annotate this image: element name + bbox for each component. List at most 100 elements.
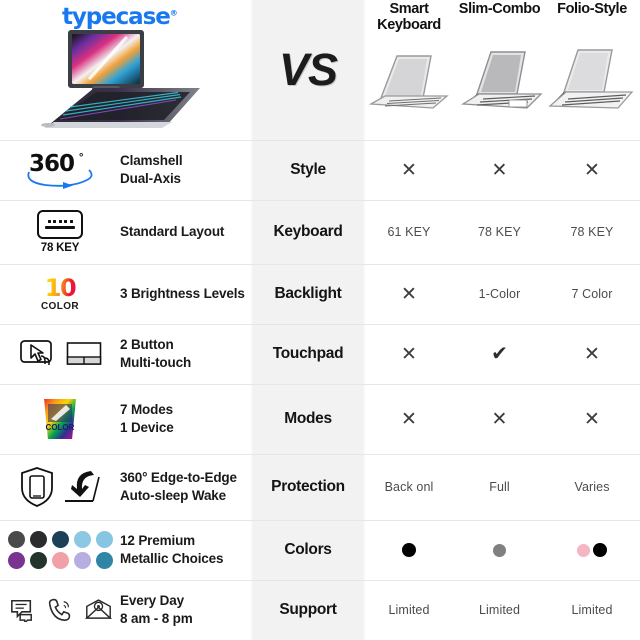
row-icon-cell <box>0 324 120 384</box>
row-label-style: Style <box>290 161 326 178</box>
desc-line1: 360° Edge-to-Edge <box>120 470 237 486</box>
cell-support-smart-keyboard: Limited <box>388 603 430 617</box>
row-description-cell: 12 Premium Metallic Choices <box>120 520 253 580</box>
cell-touchpad-slim-combo: ✔ <box>455 324 544 384</box>
logo-registered-mark: ® <box>169 8 178 18</box>
swatch <box>29 531 47 548</box>
desc-line1: Every Day <box>120 593 184 609</box>
table-row: 2 Button Multi-touch Touchpad ✕ ✔ ✕ <box>0 324 640 384</box>
chat-icon <box>10 599 32 622</box>
touchpad-multitouch-icon <box>19 338 102 370</box>
swatch <box>51 552 69 569</box>
row-label-colors: Colors <box>284 541 332 558</box>
desc-line1: Standard Layout <box>120 224 225 240</box>
row-icon-cell: COLOR <box>0 384 120 454</box>
smart-keyboard-illustration <box>363 40 455 135</box>
product-name-folio-style: Folio-Style <box>544 1 640 18</box>
table-row: 78 KEY Standard Layout Keyboard 61 KEY 7… <box>0 200 640 264</box>
vs-badge: VS <box>253 0 363 140</box>
desc-line2: 8 am - 8 pm <box>120 611 193 626</box>
row-icon-cell: 78 KEY <box>0 200 120 264</box>
cell-touchpad-folio-style: ✕ <box>544 324 640 384</box>
row-label-modes: Modes <box>284 410 332 427</box>
product-column-smart-keyboard: Smart Keyboard <box>363 0 455 140</box>
cell-protection-slim-combo: Full <box>489 480 510 494</box>
cell-colors-folio-style <box>544 520 640 580</box>
color-swatches-icon <box>7 531 113 569</box>
product-name-line1: Folio-Style <box>557 1 627 17</box>
color-dot <box>593 543 607 557</box>
cross-icon: ✕ <box>584 159 600 181</box>
cell-style-smart-keyboard: ✕ <box>363 140 455 200</box>
color-caption: COLOR <box>40 301 80 312</box>
cross-icon: ✕ <box>584 343 600 365</box>
cell-modes-slim-combo: ✕ <box>455 384 544 454</box>
cell-support-folio-style: Limited <box>571 603 613 617</box>
logo-text: typecase <box>62 4 171 30</box>
product-name-line2: Keyboard <box>377 16 441 33</box>
table-row: COLOR 7 Modes 1 Device Modes ✕ ✕ ✕ <box>0 384 640 454</box>
cell-touchpad-smart-keyboard: ✕ <box>363 324 455 384</box>
360-degree-rotation-icon: 360 ° <box>23 150 97 190</box>
cell-keyboard-folio-style: 78 KEY <box>570 225 614 239</box>
hero-product-image <box>30 28 220 133</box>
support-channels-icon <box>9 597 112 623</box>
cross-icon: ✕ <box>401 283 417 305</box>
keyboard-key-count: 78 KEY <box>40 242 80 254</box>
table-row: 360 ° Clamshell Dual-Axis Style ✕ ✕ ✕ <box>0 140 640 200</box>
product-name-smart-keyboard: Smart Keyboard <box>363 1 455 33</box>
color-dot <box>493 543 506 557</box>
row-label-keyboard: Keyboard <box>273 223 343 240</box>
table-row: 10 COLOR 3 Brightness Levels Backlight ✕… <box>0 264 640 324</box>
desc-line2: Metallic Choices <box>120 551 224 566</box>
cross-icon: ✕ <box>491 159 508 181</box>
product-name-line1: Smart <box>389 1 429 17</box>
swatch <box>95 552 113 569</box>
cell-keyboard-slim-combo: 78 KEY <box>478 225 521 239</box>
swatch <box>51 531 69 548</box>
shield-protection-auto-sleep-icon <box>20 466 101 508</box>
swatch-row-2 <box>7 552 113 569</box>
row-description-cell: 360° Edge-to-Edge Auto-sleep Wake <box>120 454 253 520</box>
product-column-slim-combo: Slim-Combo <box>455 0 544 140</box>
desc-line1: 12 Premium <box>120 533 196 549</box>
row-label-backlight: Backlight <box>274 285 342 302</box>
cross-icon: ✕ <box>401 343 417 365</box>
check-icon: ✔ <box>491 343 508 365</box>
svg-text:COLOR: COLOR <box>46 423 75 432</box>
cross-icon: ✕ <box>401 159 417 181</box>
desc-line1: 7 Modes <box>120 402 173 418</box>
row-description-cell: Standard Layout <box>120 200 253 264</box>
row-label-touchpad: Touchpad <box>272 345 344 362</box>
10-color-backlight-icon: 10 COLOR <box>25 276 95 312</box>
row-icon-cell <box>0 580 120 640</box>
keyboard-78-key-icon: 78 KEY <box>25 210 95 254</box>
row-icon-cell: 10 COLOR <box>0 264 120 324</box>
cell-style-slim-combo: ✕ <box>455 140 544 200</box>
desc-line1: 2 Button <box>120 337 174 353</box>
brand-panel: typecase® <box>0 0 253 140</box>
cell-backlight-folio-style: 7 Color <box>571 287 613 301</box>
desc-line2: Multi-touch <box>120 355 192 370</box>
cross-icon: ✕ <box>491 408 508 430</box>
row-icon-cell <box>0 454 120 520</box>
row-icon-cell: 360 ° <box>0 140 120 200</box>
swatch <box>29 552 47 569</box>
comparison-chart: typecase® VS Smart Keyboard Slim-Combo F… <box>0 0 640 640</box>
folio-style-illustration <box>544 40 640 135</box>
desc-line2: Auto-sleep Wake <box>120 488 227 503</box>
product-name-slim-combo: Slim-Combo <box>455 1 544 18</box>
row-description-cell: 3 Brightness Levels <box>120 264 253 324</box>
swatch <box>95 531 113 548</box>
row-description-cell: 2 Button Multi-touch <box>120 324 253 384</box>
keyboard-glyph <box>37 210 83 239</box>
desc-line2: 1 Device <box>120 420 174 435</box>
table-row: Every Day 8 am - 8 pm Support Limited Li… <box>0 580 640 640</box>
cell-backlight-slim-combo: 1-Color <box>478 287 521 301</box>
cell-support-slim-combo: Limited <box>479 603 520 617</box>
cell-modes-smart-keyboard: ✕ <box>363 384 455 454</box>
table-row: 360° Edge-to-Edge Auto-sleep Wake Protec… <box>0 454 640 520</box>
cross-icon: ✕ <box>584 408 600 430</box>
cell-protection-smart-keyboard: Back onl <box>384 480 434 494</box>
phone-icon <box>48 598 70 622</box>
